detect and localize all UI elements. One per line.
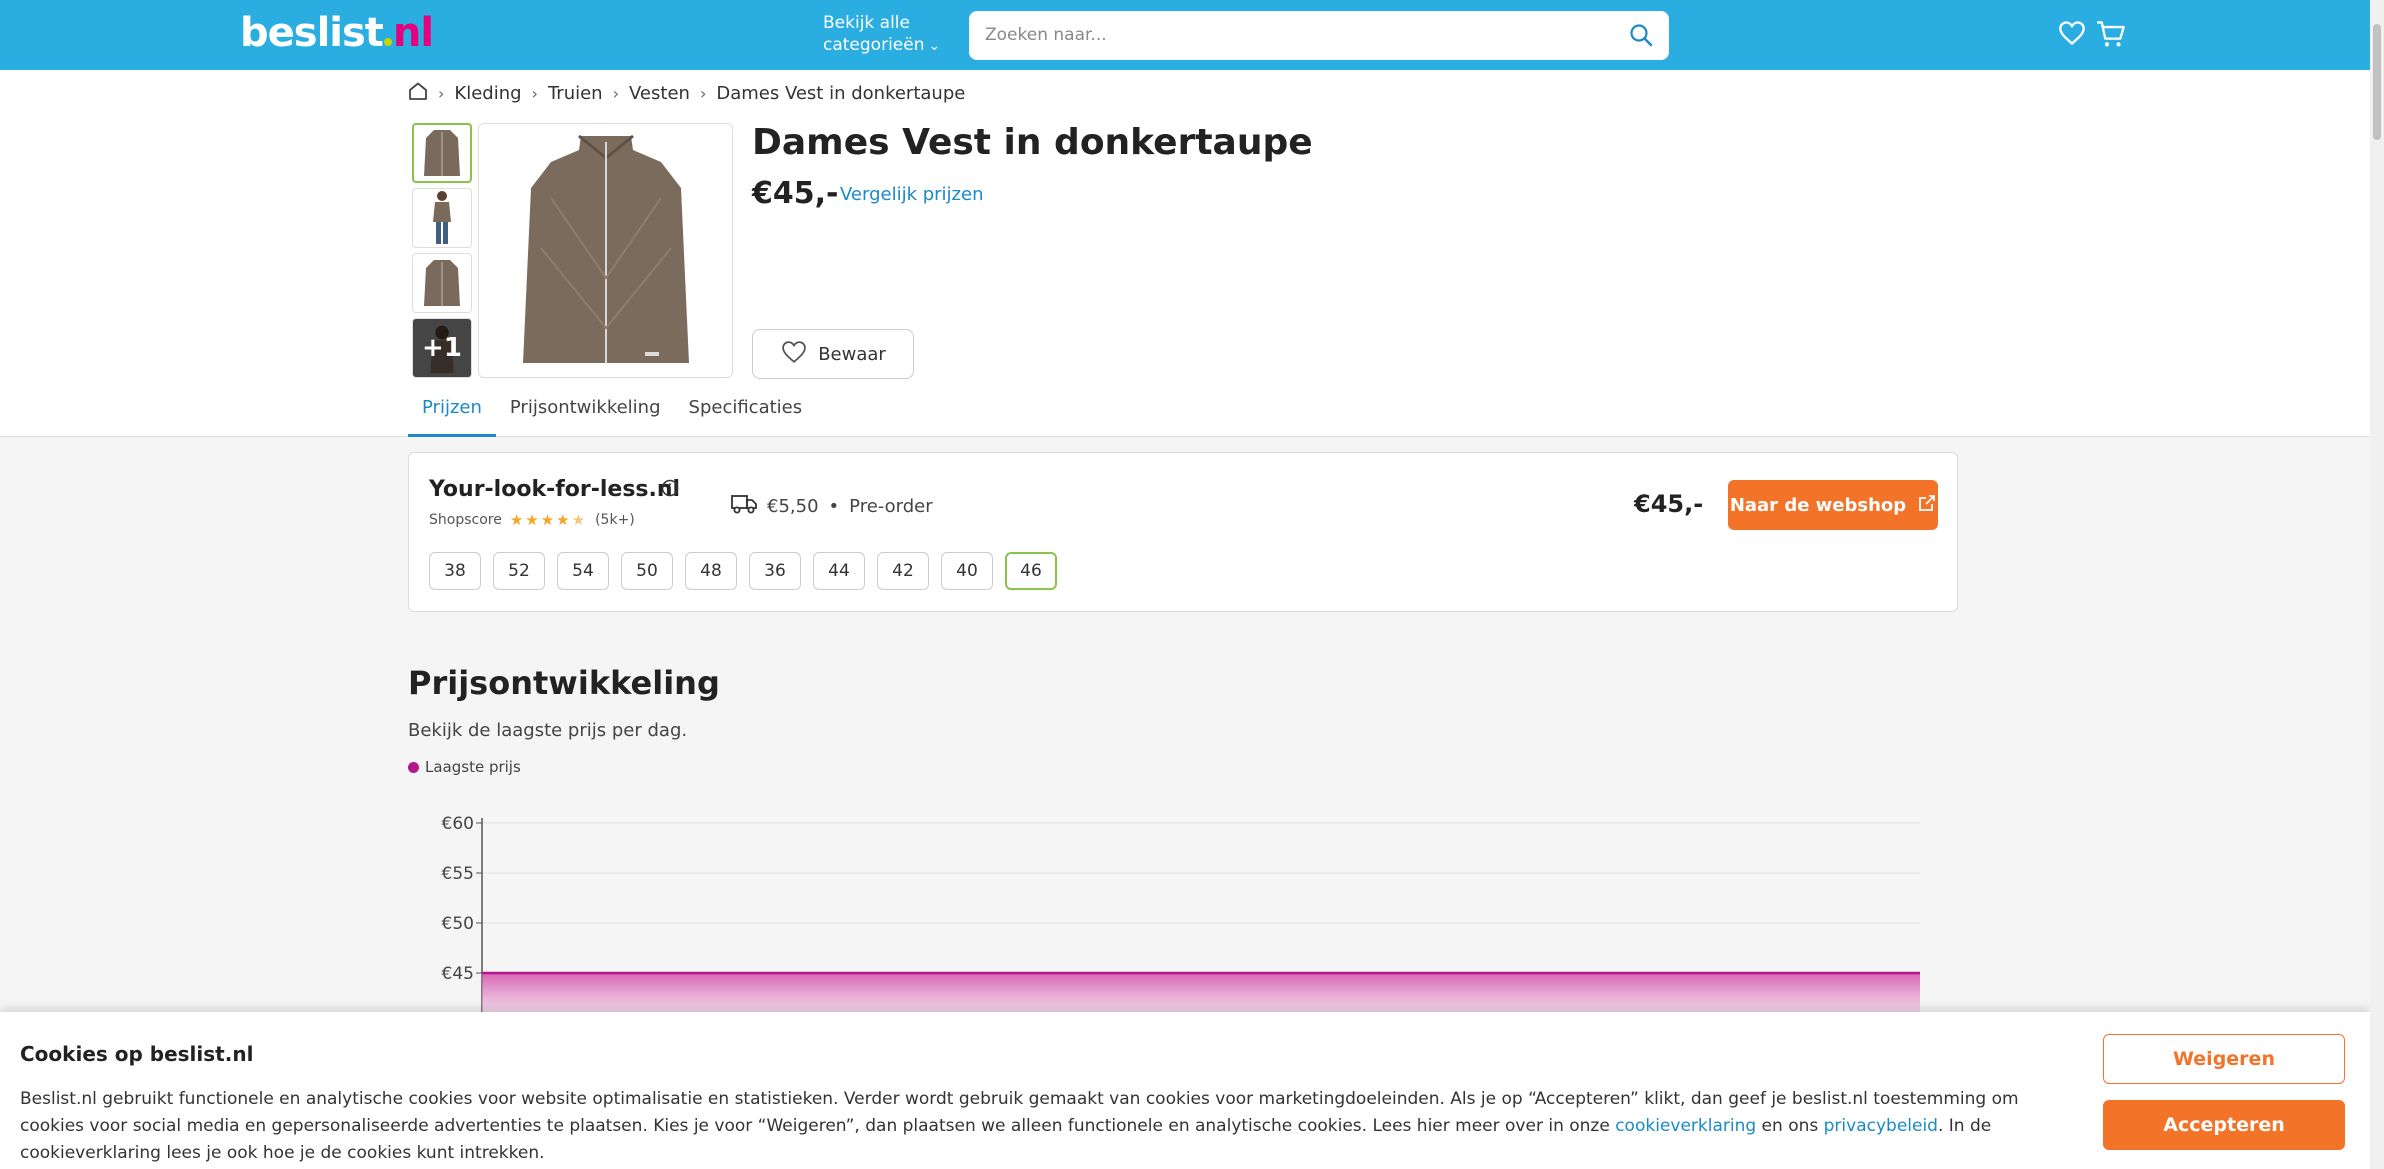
price-history-title: Prijsontwikkeling: [408, 664, 720, 702]
star-rating-icon: ★★★★★: [509, 511, 588, 529]
cookie-title: Cookies op beslist.nl: [20, 1042, 254, 1066]
offer-card: Your-look-for-less.nl Shopscore ★★★★★ (5…: [408, 452, 1958, 612]
chevron-right-icon: ›: [699, 84, 707, 103]
breadcrumb-item-kleding[interactable]: Kleding: [454, 83, 521, 104]
breadcrumb-item-current: Dames Vest in donkertaupe: [716, 83, 966, 104]
save-button[interactable]: Bewaar: [752, 329, 914, 379]
size-option[interactable]: 44: [813, 552, 865, 590]
y-tick-label: €45: [442, 964, 474, 984]
search-bar: [969, 11, 1669, 60]
shopscore: Shopscore ★★★★★ (5k+): [429, 511, 635, 529]
size-option[interactable]: 52: [493, 552, 545, 590]
privacy-policy-link[interactable]: privacybeleid: [1824, 1116, 1938, 1136]
thumbnail-1[interactable]: [412, 123, 472, 183]
page-scrollbar[interactable]: [2370, 0, 2384, 1169]
cookie-banner: Cookies op beslist.nl Beslist.nl gebruik…: [0, 1012, 2370, 1169]
chevron-right-icon: ›: [438, 84, 445, 103]
rating-count: (5k+): [595, 512, 635, 528]
cookie-text: Beslist.nl gebruikt functionele en analy…: [20, 1086, 2080, 1167]
thumbnail-more[interactable]: +1: [412, 318, 472, 378]
all-categories-button[interactable]: Bekijk alle categorieën ⌄: [823, 12, 940, 57]
logo-tld: nl: [392, 10, 434, 56]
shipping-cost: €5,50: [767, 496, 819, 517]
categories-label-1: Bekijk alle: [823, 13, 910, 33]
size-option[interactable]: 36: [749, 552, 801, 590]
thumbnail-3[interactable]: [412, 253, 472, 313]
price-history-chart: €60 €55 €50 €45: [442, 814, 1920, 1018]
top-header: beslist nl Bekijk alle categorieën ⌄: [0, 0, 2370, 70]
chart-legend: Laagste prijs: [408, 758, 521, 776]
cookie-policy-link[interactable]: cookieverklaring: [1615, 1116, 1756, 1136]
thumbnail-list: +1: [412, 123, 472, 383]
breadcrumb-item-truien[interactable]: Truien: [548, 83, 603, 104]
legend-label: Laagste prijs: [425, 758, 521, 776]
availability: Pre-order: [849, 496, 933, 517]
chevron-right-icon: ›: [612, 84, 620, 103]
y-tick-label: €50: [442, 914, 474, 934]
external-link-icon: [1918, 494, 1936, 517]
chevron-down-icon: ⌄: [928, 38, 941, 54]
info-icon[interactable]: [661, 479, 679, 501]
scrollbar-thumb[interactable]: [2373, 24, 2381, 140]
beslist-logo[interactable]: beslist nl: [240, 10, 434, 56]
to-webshop-label: Naar de webshop: [1729, 494, 1907, 516]
size-option[interactable]: 54: [557, 552, 609, 590]
size-option[interactable]: 50: [621, 552, 673, 590]
y-tick-label: €60: [442, 814, 474, 834]
size-option[interactable]: 42: [877, 552, 929, 590]
save-label: Bewaar: [818, 343, 886, 365]
product-title: Dames Vest in donkertaupe: [752, 122, 1313, 163]
product-price: €45,-: [752, 176, 839, 211]
compare-prices-link[interactable]: Vergelijk prijzen: [840, 184, 983, 205]
tab-specificaties[interactable]: Specificaties: [675, 388, 817, 437]
shop-name[interactable]: Your-look-for-less.nl: [429, 477, 680, 502]
size-option[interactable]: 48: [685, 552, 737, 590]
product-area: › Kleding › Truien › Vesten › Dames Vest…: [0, 70, 2370, 437]
to-webshop-button[interactable]: Naar de webshop: [1728, 480, 1938, 530]
size-option-selected[interactable]: 46: [1005, 552, 1057, 590]
truck-icon: [731, 493, 757, 520]
y-tick-label: €55: [442, 864, 474, 884]
search-icon[interactable]: [1629, 23, 1653, 51]
reject-cookies-button[interactable]: Weigeren: [2103, 1034, 2345, 1084]
search-input[interactable]: [985, 23, 1585, 47]
heart-outline-icon: [780, 340, 808, 369]
cart-icon[interactable]: [2096, 20, 2126, 52]
size-option[interactable]: 40: [941, 552, 993, 590]
legend-dot: [408, 761, 419, 773]
shopscore-label: Shopscore: [429, 512, 502, 528]
logo-dot: [383, 38, 392, 46]
logo-text: beslist: [240, 10, 384, 56]
chevron-right-icon: ›: [531, 84, 538, 103]
product-tabs: Prijzen Prijsontwikkeling Specificaties: [408, 388, 816, 437]
accept-cookies-button[interactable]: Accepteren: [2103, 1100, 2345, 1150]
cookie-text-part: en ons: [1756, 1116, 1824, 1136]
offer-price: €45,-: [1634, 490, 1704, 518]
breadcrumb: › Kleding › Truien › Vesten › Dames Vest…: [408, 82, 965, 105]
breadcrumb-item-vesten[interactable]: Vesten: [629, 83, 690, 104]
more-images-count: +1: [413, 319, 471, 377]
product-main-image[interactable]: [478, 123, 733, 378]
shipping-info: €5,50 • Pre-order: [731, 493, 933, 520]
separator-bullet: •: [828, 496, 840, 517]
categories-label-2: categorieën: [823, 35, 925, 55]
tab-prijzen[interactable]: Prijzen: [408, 388, 496, 437]
thumbnail-2[interactable]: [412, 188, 472, 248]
tab-prijsontwikkeling[interactable]: Prijsontwikkeling: [496, 388, 675, 437]
home-icon[interactable]: [408, 82, 428, 105]
size-options: 38 52 54 50 48 36 44 42 40 46: [429, 552, 1057, 590]
size-option[interactable]: 38: [429, 552, 481, 590]
price-history-subtitle: Bekijk de laagste prijs per dag.: [408, 720, 688, 741]
heart-icon[interactable]: [2058, 20, 2086, 50]
